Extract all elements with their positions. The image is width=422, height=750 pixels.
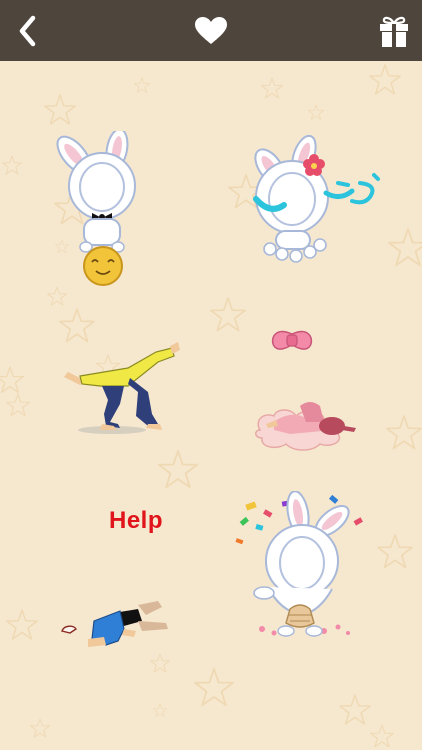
bunny-with-flower-illustration <box>253 134 380 263</box>
sticker-fallen-man[interactable]: Help <box>20 501 210 701</box>
bunny-on-ball-illustration <box>56 131 136 286</box>
gift-icon <box>380 16 408 47</box>
chevron-left-icon <box>19 15 36 46</box>
top-toolbar <box>0 0 422 61</box>
gift-button[interactable] <box>370 0 418 61</box>
favorite-button[interactable] <box>186 0 236 61</box>
fallen-man-illustration <box>61 601 168 647</box>
help-caption: Help <box>109 507 164 534</box>
sticker-bunny-celebrating[interactable] <box>220 491 410 691</box>
bending-man-illustration <box>64 342 180 434</box>
sticker-bending-man[interactable] <box>20 326 210 526</box>
bunny-celebrating-illustration <box>235 491 363 637</box>
heart-icon <box>195 16 227 44</box>
back-button[interactable] <box>6 0 50 61</box>
sticker-bunny-with-flower[interactable] <box>220 131 410 331</box>
sticker-bunny-on-ball[interactable] <box>20 131 210 331</box>
app-screen: Help <box>0 0 422 750</box>
sticker-grid: Help <box>0 61 422 750</box>
